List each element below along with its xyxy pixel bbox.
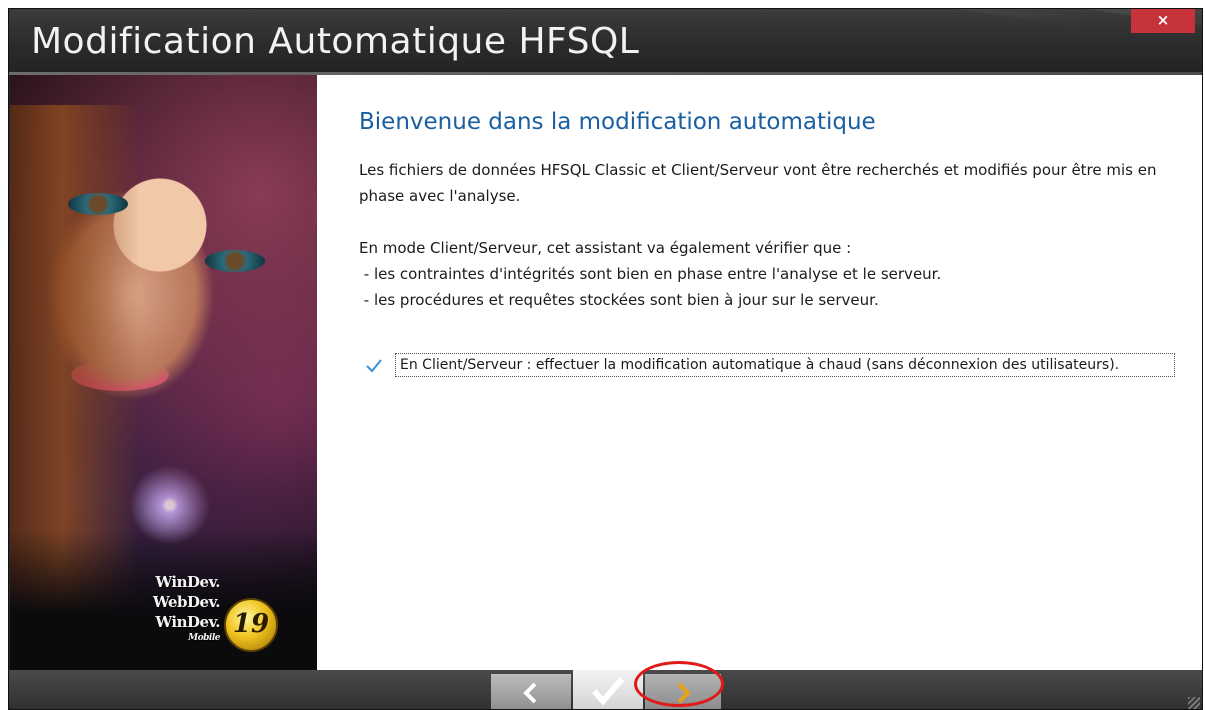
title-bar[interactable]: Modification Automatique HFSQL × [9,9,1202,75]
banner-eye [68,193,128,215]
product-logos: WinDev. WebDev. WinDev. Mobile [110,572,221,648]
previous-button[interactable] [491,674,571,709]
finish-button[interactable] [573,670,643,709]
hot-modification-option[interactable]: En Client/Serveur : effectuer la modific… [365,353,1185,409]
window-title: Modification Automatique HFSQL [31,21,640,62]
page-title: Bienvenue dans la modification automatiq… [359,109,876,135]
details-line: - les procédures et requêtes stockées so… [359,291,879,309]
banner-image: WinDev. WebDev. WinDev. Mobile 19 [10,75,317,670]
resize-grip[interactable] [1188,697,1200,709]
chevron-left-icon [523,682,537,703]
next-button[interactable] [645,674,721,709]
checkmark-icon [591,676,625,706]
hot-modification-checkbox[interactable] [365,357,383,375]
webdev-logo: WebDev. [152,593,221,611]
chevron-right-icon [677,682,691,703]
details-line: En mode Client/Serveur, cet assistant va… [359,239,852,257]
close-button[interactable]: × [1131,9,1195,33]
hot-modification-label[interactable]: En Client/Serveur : effectuer la modific… [395,353,1175,377]
details-line: - les contraintes d'intégrités sont bien… [359,265,942,283]
banner-eye [205,250,265,272]
intro-paragraph: Les fichiers de données HFSQL Classic et… [359,161,1157,205]
windev-logo: WinDev. [155,573,220,591]
wizard-window: Modification Automatique HFSQL × WinDev.… [8,8,1203,710]
navigation-bar [9,670,1202,709]
title-decoration [569,9,1089,28]
details-paragraph: En mode Client/Serveur, cet assistant va… [359,235,1179,313]
wizard-content: Bienvenue dans la modification automatiq… [317,75,1202,670]
version-badge: 19 [224,598,278,652]
checkmark-icon [366,359,382,373]
